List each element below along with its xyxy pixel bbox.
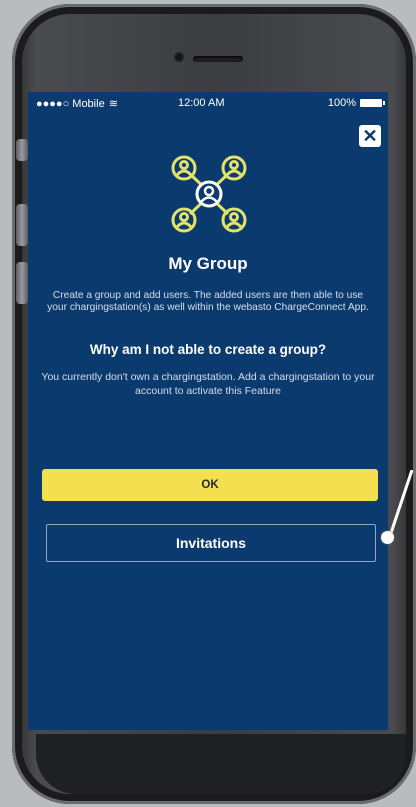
question-heading: Why am I not able to create a group? bbox=[89, 342, 327, 357]
invitations-button[interactable]: Invitations bbox=[46, 524, 376, 562]
mute-switch bbox=[16, 139, 28, 161]
battery-icon bbox=[360, 99, 385, 107]
battery-status: 100% bbox=[327, 97, 385, 109]
carrier-label: ●●●●○ Mobile ≋ bbox=[36, 98, 118, 110]
status-time: 12:00 AM bbox=[178, 97, 225, 109]
dialog-title: My Group bbox=[168, 254, 248, 273]
group-icon bbox=[171, 155, 247, 233]
close-button[interactable]: ✕ bbox=[359, 125, 381, 147]
status-bar: ●●●●○ Mobile ≋ 12:00 AM 100% bbox=[28, 92, 388, 114]
front-camera bbox=[174, 52, 184, 62]
callout-line bbox=[388, 470, 414, 537]
earpiece-speaker bbox=[193, 56, 243, 62]
reason-text: You currently don't own a chargingstatio… bbox=[41, 371, 375, 397]
volume-down-button bbox=[16, 262, 28, 304]
callout-dot bbox=[381, 531, 394, 544]
battery-percent: 100% bbox=[327, 97, 356, 109]
my-group-dialog: ●●●●○ Mobile ≋ 12:00 AM 100% ✕ My Group … bbox=[28, 92, 388, 730]
bottom-bezel bbox=[36, 734, 406, 794]
ok-button[interactable]: OK bbox=[42, 469, 378, 501]
volume-up-button bbox=[16, 204, 28, 246]
group-description: Create a group and add users. The added … bbox=[47, 290, 369, 313]
wifi-icon: ≋ bbox=[108, 98, 118, 110]
